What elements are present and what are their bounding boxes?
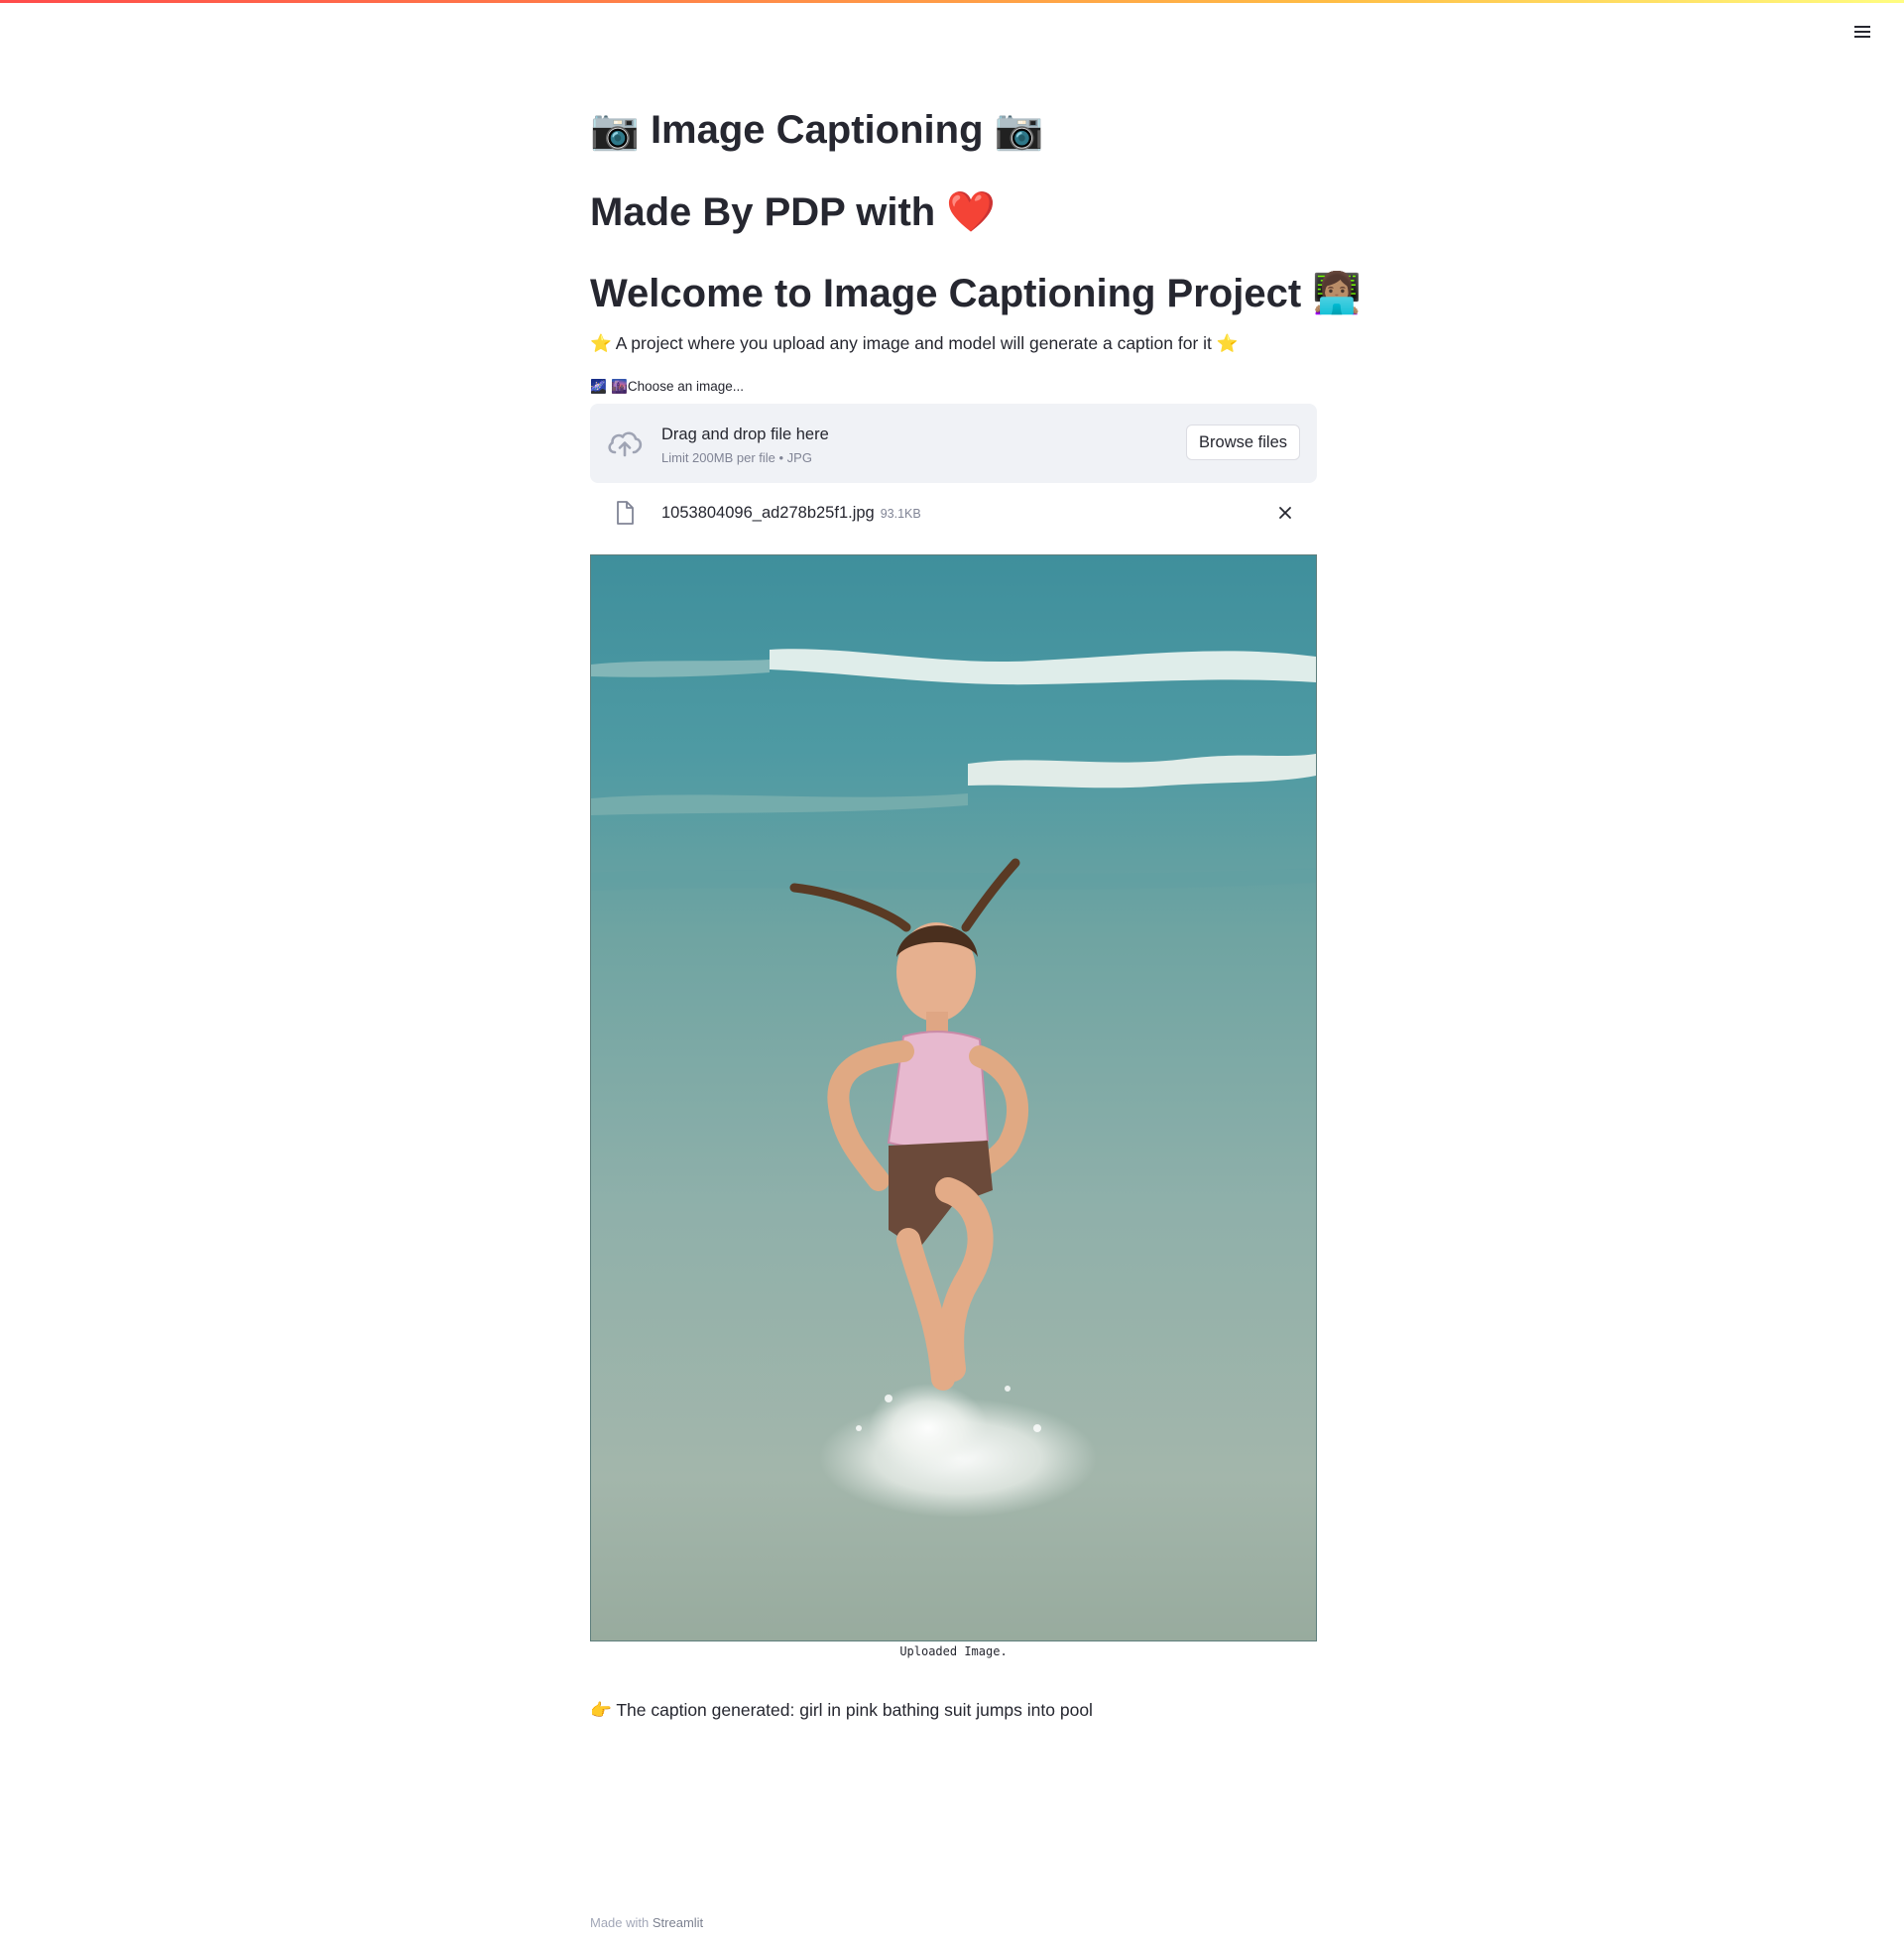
remove-file-button[interactable] (1273, 501, 1297, 525)
dropzone-instructions: Drag and drop file here (661, 425, 829, 443)
file-icon (617, 501, 634, 525)
streamlit-link[interactable]: Streamlit (653, 1915, 703, 1930)
heart-icon: ❤️ (946, 189, 997, 235)
dropzone-limit-text: Limit 200MB per file • JPG (661, 450, 812, 465)
file-dropzone[interactable]: Drag and drop file here Limit 200MB per … (590, 404, 1317, 483)
camera-icon: 📷 (590, 107, 640, 153)
page-title: 📷 Image Captioning 📷 (590, 102, 1043, 158)
camera-icon: 📷 (994, 107, 1044, 153)
project-description: ⭐ A project where you upload any image a… (590, 331, 1239, 356)
pointing-hand-icon: 👉 (590, 1701, 612, 1721)
project-description-text: A project where you upload any image and… (615, 333, 1212, 353)
generated-caption: 👉 The caption generated: girl in pink ba… (590, 1698, 1093, 1723)
uploaded-image (590, 554, 1317, 1641)
uploaded-file-name: 1053804096_ad278b25f1.jpg 93.1KB (661, 502, 921, 525)
main-menu-button[interactable] (1848, 18, 1876, 46)
header-decoration-bar (0, 0, 1904, 3)
author-heading: Made By PDP with ❤️ (590, 184, 996, 240)
uploaded-file-name-text: 1053804096_ad278b25f1.jpg (661, 504, 875, 522)
file-uploader-label: 🌌 🌆Choose an image... (590, 377, 744, 397)
file-uploader-label-text: Choose an image... (627, 379, 744, 394)
hamburger-menu-icon (1854, 26, 1870, 38)
uploaded-file-size: 93.1KB (880, 507, 921, 521)
browse-files-button[interactable]: Browse files (1186, 425, 1300, 460)
image-caption: Uploaded Image. (899, 1644, 1008, 1658)
footer: Made with Streamlit (590, 1915, 703, 1930)
uploaded-file-item: 1053804096_ad278b25f1.jpg 93.1KB (590, 493, 1317, 533)
close-icon (1279, 507, 1291, 519)
night-sky-icon: 🌌 🌆 (590, 379, 628, 395)
star-icon: ⭐ (590, 334, 612, 354)
welcome-heading-text: Welcome to Image Captioning Project (590, 272, 1302, 315)
welcome-heading: Welcome to Image Captioning Project 👩🏽‍💻 (590, 266, 1362, 321)
cloud-upload-icon (608, 431, 643, 457)
footer-text: Made with (590, 1915, 650, 1930)
star-icon: ⭐ (1216, 334, 1239, 354)
page-title-text: Image Captioning (650, 108, 984, 152)
uploaded-image-graphic (591, 555, 1316, 1640)
technologist-icon: 👩🏽‍💻 (1312, 271, 1363, 316)
generated-caption-text: girl in pink bathing suit jumps into poo… (799, 1700, 1093, 1720)
generated-caption-label: The caption generated: (616, 1700, 795, 1720)
author-heading-text: Made By PDP with (590, 190, 936, 234)
